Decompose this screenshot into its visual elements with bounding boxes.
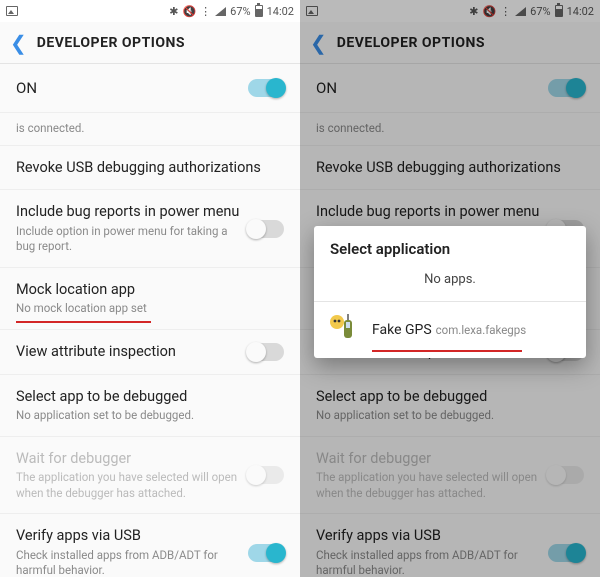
bug-report-sub: Include option in power menu for taking … [16, 224, 248, 255]
revoke-usb-row[interactable]: Revoke USB debugging authorizations [0, 146, 300, 191]
screen-left: ✱ 🔇 ⋮ 67% 14:02 ❮ DEVELOPER OPTIONS ON i… [0, 0, 300, 577]
highlight-underline [16, 321, 151, 324]
screen-right: ✱ 🔇 ⋮ 67% 14:02 ❮ DEVELOPER OPTIONS ON i… [300, 0, 600, 577]
bluetooth-icon: ✱ [469, 5, 478, 18]
bluetooth-icon: ✱ [169, 5, 178, 18]
wait-debugger-toggle [248, 466, 284, 484]
connected-row: is connected. [300, 113, 600, 146]
connected-row: is connected. [0, 113, 300, 146]
clock: 14:02 [267, 5, 294, 18]
dialog-app-package: com.lexa.fakegps [436, 323, 527, 337]
wait-debugger-title: Wait for debugger [16, 449, 248, 469]
picture-icon [6, 6, 18, 16]
select-debug-row[interactable]: Select app to be debugged No application… [0, 375, 300, 437]
status-bar: ✱ 🔇 ⋮ 67% 14:02 [0, 0, 300, 22]
page-title: DEVELOPER OPTIONS [37, 35, 185, 51]
signal-icon [515, 7, 526, 16]
dialog-none-label[interactable]: No apps. [314, 268, 586, 301]
connected-text: is connected. [16, 121, 84, 135]
verify-usb-row[interactable]: Verify apps via USB Check installed apps… [300, 514, 600, 577]
mute-icon: 🔇 [182, 5, 196, 18]
battery-pct: 67% [530, 5, 550, 18]
verify-usb-row[interactable]: Verify apps via USB Check installed apps… [0, 514, 300, 577]
wait-debugger-toggle [548, 466, 584, 484]
mock-location-row[interactable]: Mock location app No mock location app s… [0, 268, 300, 330]
view-attribute-toggle[interactable] [248, 343, 284, 361]
master-toggle-row[interactable]: ON [0, 64, 300, 113]
select-debug-title: Select app to be debugged [16, 387, 284, 407]
battery-icon [255, 5, 263, 17]
signal-icon [215, 7, 226, 16]
wait-debugger-sub: The application you have selected will o… [16, 470, 248, 501]
master-toggle[interactable] [548, 79, 584, 97]
revoke-usb-row[interactable]: Revoke USB debugging authorizations [300, 146, 600, 191]
select-debug-sub: No application set to be debugged. [16, 408, 284, 424]
status-bar: ✱ 🔇 ⋮ 67% 14:02 [300, 0, 600, 22]
master-toggle-row[interactable]: ON [300, 64, 600, 113]
back-icon[interactable]: ❮ [10, 33, 27, 53]
mute-icon: 🔇 [482, 5, 496, 18]
wait-debugger-row: Wait for debugger The application you ha… [300, 437, 600, 515]
wait-debugger-row: Wait for debugger The application you ha… [0, 437, 300, 515]
dialog-app-item[interactable]: Fake GPS com.lexa.fakegps [314, 302, 586, 358]
clock: 14:02 [567, 5, 594, 18]
bug-report-toggle[interactable] [248, 220, 284, 238]
picture-icon [306, 6, 318, 16]
on-label: ON [316, 78, 548, 98]
on-label: ON [16, 78, 248, 98]
verify-usb-toggle[interactable] [248, 544, 284, 562]
select-debug-row[interactable]: Select app to be debugged No application… [300, 375, 600, 437]
revoke-usb-label: Revoke USB debugging authorizations [16, 158, 284, 178]
battery-pct: 67% [230, 5, 250, 18]
dialog-app-name: Fake GPS [372, 322, 432, 338]
battery-icon [555, 5, 563, 17]
dialog-title: Select application [314, 226, 586, 268]
bug-report-row[interactable]: Include bug reports in power menu Includ… [0, 190, 300, 268]
wifi-icon: ⋮ [200, 5, 211, 18]
verify-usb-sub: Check installed apps from ADB/ADT for ha… [16, 548, 248, 577]
page-title: DEVELOPER OPTIONS [337, 35, 485, 51]
select-application-dialog: Select application No apps. Fake GPS [314, 226, 586, 358]
verify-usb-title: Verify apps via USB [16, 526, 248, 546]
verify-usb-toggle[interactable] [548, 544, 584, 562]
fake-gps-app-icon [328, 312, 360, 344]
wifi-icon: ⋮ [500, 5, 511, 18]
app-bar: ❮ DEVELOPER OPTIONS [300, 22, 600, 64]
master-toggle[interactable] [248, 79, 284, 97]
view-attribute-row[interactable]: View attribute inspection [0, 330, 300, 375]
view-attribute-label: View attribute inspection [16, 342, 248, 362]
mock-location-sub: No mock location app set [16, 301, 284, 317]
back-icon[interactable]: ❮ [310, 33, 327, 53]
app-bar: ❮ DEVELOPER OPTIONS [0, 22, 300, 64]
highlight-underline [372, 350, 522, 353]
settings-list: ON is connected. Revoke USB debugging au… [0, 64, 300, 577]
bug-report-title: Include bug reports in power menu [16, 202, 248, 222]
mock-location-title: Mock location app [16, 280, 284, 300]
